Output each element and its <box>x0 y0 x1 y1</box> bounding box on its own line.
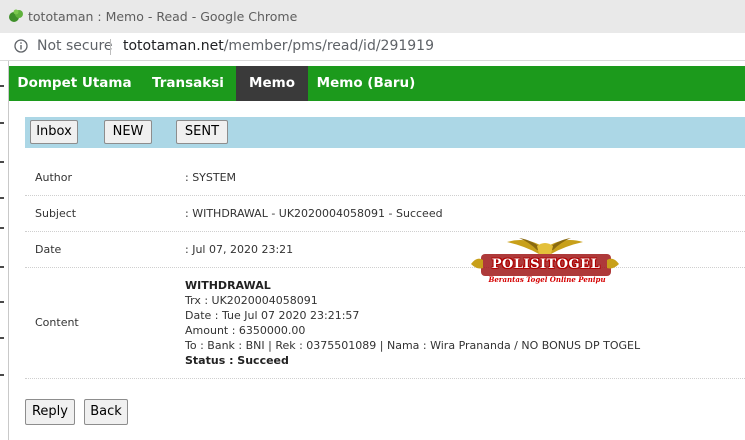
url-path: /member/pms/read/id/291919 <box>223 38 434 54</box>
security-status[interactable]: Not secure <box>37 38 113 54</box>
polisitogel-watermark-logo: POLISITOGEL Berantas Togel Online Penipu <box>467 236 623 292</box>
content-line-status: Status : Succeed <box>185 354 289 367</box>
new-button[interactable]: NEW <box>104 120 152 144</box>
address-divider <box>110 39 111 55</box>
background-window-edge <box>0 61 8 440</box>
page-content: Dompet Utama Transaksi Memo Memo (Baru) … <box>8 61 745 440</box>
content-label: Content <box>35 316 79 329</box>
info-icon[interactable] <box>14 39 28 53</box>
author-value: : SYSTEM <box>185 171 237 184</box>
content-line-amount: Amount : 6350000.00 <box>185 324 306 337</box>
date-label: Date <box>35 243 62 256</box>
date-value: : Jul 07, 2020 23:21 <box>185 243 294 256</box>
watermark-name: POLISITOGEL <box>491 257 601 272</box>
url-text[interactable]: tototaman.net/member/pms/read/id/291919 <box>123 38 434 54</box>
site-favicon-icon <box>9 9 23 22</box>
content-line-date: Date : Tue Jul 07 2020 23:21:57 <box>185 309 360 322</box>
tab-memo[interactable]: Memo <box>236 66 308 101</box>
subject-value: : WITHDRAWAL - UK2020004058091 - Succeed <box>185 207 443 220</box>
content-line-trx: Trx : UK2020004058091 <box>185 294 318 307</box>
author-label: Author <box>35 171 73 184</box>
content-line-destination: To : Bank : BNI | Rek : 0375501089 | Nam… <box>185 339 641 352</box>
main-nav: Dompet Utama Transaksi Memo Memo (Baru) <box>9 66 745 101</box>
tab-dompet-utama[interactable]: Dompet Utama <box>9 66 140 101</box>
reply-button[interactable]: Reply <box>25 399 75 425</box>
browser-title-bar: tototaman : Memo - Read - Google Chrome <box>0 0 745 33</box>
back-button[interactable]: Back <box>84 399 128 425</box>
content-row: Content WITHDRAWAL Trx : UK2020004058091… <box>25 268 745 379</box>
address-bar[interactable]: Not secure tototaman.net/member/pms/read… <box>0 33 745 61</box>
author-row: Author : SYSTEM <box>25 160 745 196</box>
subject-row: Subject : WITHDRAWAL - UK2020004058091 -… <box>25 196 745 232</box>
tab-memo-baru[interactable]: Memo (Baru) <box>308 66 424 101</box>
memo-toolbar: Inbox NEW SENT <box>25 117 745 148</box>
tab-transaksi[interactable]: Transaksi <box>140 66 236 101</box>
url-domain: tototaman.net <box>123 38 224 54</box>
window-title: tototaman : Memo - Read - Google Chrome <box>28 9 298 24</box>
watermark-tagline: Berantas Togel Online Penipu <box>488 275 606 284</box>
sent-button[interactable]: SENT <box>176 120 228 144</box>
date-row: Date : Jul 07, 2020 23:21 <box>25 232 745 268</box>
subject-label: Subject <box>35 207 77 220</box>
inbox-button[interactable]: Inbox <box>30 120 78 144</box>
